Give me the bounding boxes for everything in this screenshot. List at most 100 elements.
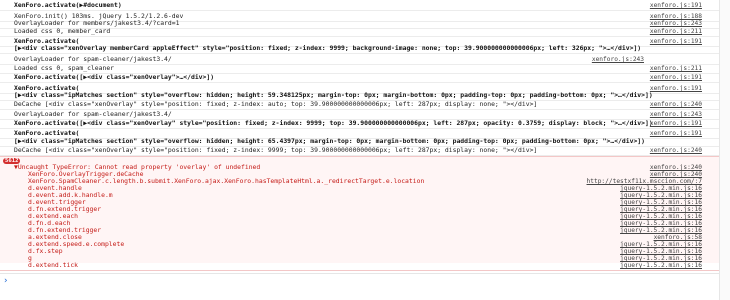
stack-frame: g jquery-1.5.2.min.js:16 xyxy=(0,255,730,262)
stack-frame-text: d.fn.extend.trigger xyxy=(28,206,102,213)
source-link[interactable]: xenforo.js:191 xyxy=(650,120,702,127)
log-text: Loaded css 0, member_card xyxy=(14,28,111,35)
stack-frame: d.fn.extend.trigger jquery-1.5.2.min.js:1… xyxy=(0,206,730,213)
error-message: ▼Uncaught TypeError: Cannot read propert… xyxy=(14,164,261,171)
log-text: XenForo.activate(▶#document) xyxy=(14,2,122,9)
stack-frame-text: d.event.add.k.handle.m xyxy=(28,192,113,199)
source-link[interactable]: jquery-1.5.2.min.js:16 xyxy=(620,192,702,199)
source-link[interactable]: xenforo.js:191 xyxy=(650,130,702,137)
stack-frame: d.fx.step jquery-1.5.2.min.js:16 xyxy=(0,248,730,255)
source-link[interactable]: xenforo.js:243 xyxy=(592,56,644,63)
stack-frame-text: XenForo.OverlayTrigger.deCache xyxy=(28,171,144,178)
stack-frame-text: d.extend.speed.e.complete xyxy=(28,241,125,248)
row-divider xyxy=(0,109,730,110)
log-text: [▶<div class="ipMatches section" style="… xyxy=(14,92,653,99)
source-link[interactable]: http://testxf11x.msccion.com/:7 xyxy=(587,178,702,185)
stack-frame-text: d.fn.d.each xyxy=(28,220,71,227)
source-link[interactable]: jquery-1.5.2.min.js:16 xyxy=(620,227,702,234)
source-link[interactable]: jquery-1.5.2.min.js:16 xyxy=(620,248,702,255)
source-link[interactable]: xenforo.js:191 xyxy=(650,74,702,81)
log-row: XenForo.activate([▶<div class="xenOverla… xyxy=(0,120,730,127)
stack-frame: d.fn.extend.trigger jquery-1.5.2.min.js:1… xyxy=(0,227,730,234)
log-text: OverlayLoader for spam-cleaner/jakest3.4… xyxy=(14,56,172,63)
source-link[interactable]: jquery-1.5.2.min.js:16 xyxy=(620,241,702,248)
source-link[interactable]: jquery-1.5.2.min.js:16 xyxy=(620,199,702,206)
error-border-bottom xyxy=(0,270,730,271)
source-link[interactable]: xenforo.js:188 xyxy=(650,13,702,20)
console-prompt-icon[interactable]: › xyxy=(3,276,8,286)
log-row: XenForo.activate( xenforo.js:191 xyxy=(0,38,730,45)
source-link[interactable]: xenforo.js:240 xyxy=(650,147,702,154)
source-link[interactable]: jquery-1.5.2.min.js:16 xyxy=(620,220,702,227)
source-link[interactable]: xenforo.js:240 xyxy=(650,171,702,178)
log-text: OverlayLoader for spam-cleaner/jakest3.4… xyxy=(14,111,172,118)
stack-frame-text: g xyxy=(28,255,32,262)
log-row: OverlayLoader for spam-cleaner/jakest3.4… xyxy=(0,56,730,63)
log-text: Loaded css 0, spam_cleaner xyxy=(14,65,115,72)
log-text: XenForo.activate( xyxy=(14,85,80,92)
stack-frame: d.extend.tick jquery-1.5.2.min.js:16 xyxy=(0,262,730,269)
log-text: DeCache [<div class="xenOverlay" style="… xyxy=(14,101,538,108)
stack-frame: d.event.add.k.handle.m jquery-1.5.2.min.j… xyxy=(0,192,730,199)
source-link[interactable]: xenforo.js:211 xyxy=(650,28,702,35)
row-divider xyxy=(0,36,730,37)
stack-frame: d.event.handle jquery-1.5.2.min.js:16 xyxy=(0,185,730,192)
source-link[interactable]: xenforo.js:240 xyxy=(650,101,702,108)
stack-frame-text: d.event.handle xyxy=(28,185,82,192)
prompt-divider xyxy=(0,273,730,274)
stack-frame-text: d.extend.tick xyxy=(28,262,79,269)
stack-frame-text: d.fx.step xyxy=(28,248,63,255)
log-text: XenForo.activate( xyxy=(14,38,80,45)
stack-frame: XenForo.SpamCleaner.c.length.b.submit.Xe… xyxy=(0,178,730,185)
stack-frame: d.extend.speed.e.complete jquery-1.5.2.mi… xyxy=(0,241,730,248)
log-text: XenForo.activate([▶<div class="xenOverla… xyxy=(14,120,653,127)
source-link[interactable]: jquery-1.5.2.min.js:16 xyxy=(620,206,702,213)
stack-frame-text: XenForo.SpamCleaner.c.length.b.submit.Xe… xyxy=(28,178,425,185)
source-link[interactable]: xenforo.js:191 xyxy=(650,38,702,45)
console-panel: XenForo.activate(▶#document) xenforo.js:1… xyxy=(0,0,730,300)
source-link[interactable]: jquery-1.5.2.min.js:16 xyxy=(620,262,702,269)
log-row: Loaded css 0, member_card xenforo.js:211 xyxy=(0,28,730,35)
log-row: XenForo.activate(xenforo.js:191 xyxy=(0,130,730,137)
log-row: DeCache [<div class="xenOverlay" style="… xyxy=(0,101,730,108)
log-text: DeCache [<div class="xenOverlay" style="… xyxy=(14,147,538,154)
error-message-row[interactable]: ▼Uncaught TypeError: Cannot read propert… xyxy=(0,164,730,171)
source-link[interactable]: xenforo.js:243 xyxy=(650,20,702,27)
source-link[interactable]: jquery-1.5.2.min.js:16 xyxy=(620,185,702,192)
log-row: XenForo.init() 103ms. jQuery 1.5.2/1.2.6… xyxy=(0,13,730,20)
source-link[interactable]: xenforo.js:191 xyxy=(650,2,702,9)
stack-frame-text: d.event.trigger xyxy=(28,199,86,206)
source-link[interactable]: xenforo.js:211 xyxy=(650,65,702,72)
row-divider xyxy=(0,128,730,129)
log-text: XenForo.init() 103ms. jQuery 1.5.2/1.2.6… xyxy=(14,13,184,20)
stack-frame-text: a.extend.close xyxy=(28,234,82,241)
source-link[interactable]: jquery-1.5.2.min.js:16 xyxy=(620,255,702,262)
log-row: Loaded css 0, spam_cleaner xenforo.js:211 xyxy=(0,65,730,72)
stack-frame: d.extend.each jquery-1.5.2.min.js:16 xyxy=(0,213,730,220)
log-text: [▶<div class="xenOverlay memberCard appl… xyxy=(14,45,642,52)
log-text: OverlayLoader for members/jakest3.4/?car… xyxy=(14,20,180,27)
log-text: [▶<div class="ipMatches section" style="… xyxy=(14,138,645,145)
source-link[interactable]: xenforo.js:58 xyxy=(654,234,702,241)
source-link[interactable]: xenforo.js:191 xyxy=(650,85,702,92)
scrollbar[interactable] xyxy=(719,0,730,300)
log-row: XenForo.activate( xenforo.js:191 xyxy=(0,85,730,92)
source-link[interactable]: xenforo.js:243 xyxy=(650,111,702,118)
stack-frame: d.event.trigger jquery-1.5.2.min.js:16 xyxy=(0,199,730,206)
log-row: [▶<div class="ipMatches section" style="… xyxy=(0,138,730,145)
stack-frame-text: d.extend.each xyxy=(28,213,79,220)
stack-frame: XenForo.OverlayTrigger.deCache xenforo.js… xyxy=(0,171,730,178)
log-text: XenForo.activate([▶<div class="xenOverla… xyxy=(14,74,215,81)
source-link[interactable]: jquery-1.5.2.min.js:16 xyxy=(620,213,702,220)
row-divider xyxy=(0,82,730,83)
source-link[interactable]: xenforo.js:240 xyxy=(650,164,702,171)
error-border-top xyxy=(0,156,730,157)
stack-frame: d.fn.d.each jquery-1.5.2.min.js:16 xyxy=(0,220,730,227)
stack-frame: a.extend.close xenforo.js:58 xyxy=(0,234,730,241)
stack-frame-text: d.fn.extend.trigger xyxy=(28,227,102,234)
log-row: OverlayLoader for spam-cleaner/jakest3.4… xyxy=(0,111,730,118)
log-row: XenForo.activate([▶<div class="xenOverla… xyxy=(0,74,730,81)
log-row: OverlayLoader for members/jakest3.4/?car… xyxy=(0,20,730,27)
row-divider xyxy=(0,53,730,54)
log-row: XenForo.activate(▶#document) xenforo.js:1… xyxy=(0,2,730,9)
